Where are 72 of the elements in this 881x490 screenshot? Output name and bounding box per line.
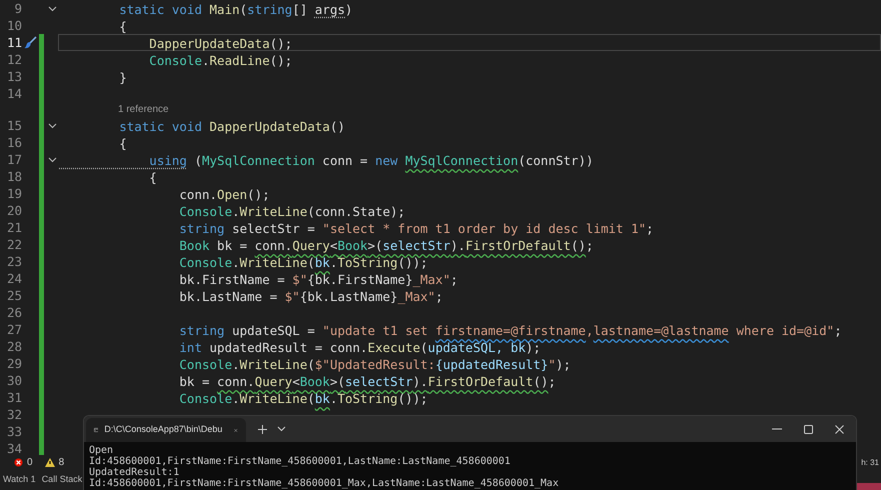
line-number: 12 — [6, 51, 22, 68]
line-number: 33 — [6, 423, 22, 440]
cursor-position: h: 31 — [861, 456, 880, 468]
line-number: 16 — [6, 134, 22, 151]
warning-icon — [44, 458, 55, 467]
terminal-tab[interactable]: D:\C\ConsoleApp87\bin\Debu — [86, 418, 246, 442]
code-line: Console.WriteLine(conn.State); — [178, 204, 406, 219]
line-number: 19 — [6, 185, 22, 202]
code-line: Console.ReadLine(); — [148, 53, 292, 68]
code-line: int updatedResult = conn.Execute(updateSQL, bk); — [178, 340, 541, 355]
line-number: 14 — [6, 85, 22, 102]
line-number: 10 — [6, 17, 22, 34]
code-line: bk.LastName = $"{bk.LastName}_Max"; — [178, 289, 443, 304]
tab-title: D:\C\ConsoleApp87\bin\Debu — [104, 423, 222, 436]
line-number: 24 — [6, 270, 22, 287]
code-line: string updateSQL = "update t1 set firstname=@firstname,lastname=@lastname where id=@id"; — [178, 323, 842, 338]
code-line: { — [118, 136, 127, 151]
code-line: conn.Open(); — [178, 187, 270, 202]
code-line: { — [148, 170, 157, 185]
line-number: 34 — [6, 440, 22, 455]
code-line: { — [118, 19, 127, 34]
minimize-icon[interactable] — [772, 428, 782, 430]
terminal-output-line: UpdatedResult:1 — [89, 467, 180, 478]
line-number: 11 — [6, 34, 22, 51]
code-line: string selectStr = "select * from t1 order by id desc limit 1"; — [178, 221, 654, 236]
code-line: bk = conn.Query<Book>(selectStr).FirstOrDefault(); — [178, 374, 556, 389]
line-number: 27 — [6, 321, 22, 338]
code-line: static void DapperUpdateData() — [118, 119, 345, 134]
code-line: Book bk = conn.Query<Book>(selectStr).FirstOrDefault(); — [178, 238, 594, 253]
line-number: 28 — [6, 338, 22, 355]
line-number: 9 — [13, 0, 22, 17]
maximize-icon[interactable] — [804, 424, 813, 434]
chevron-down-icon[interactable] — [48, 122, 56, 128]
error-count[interactable]: 0 — [27, 455, 33, 470]
panel-tab[interactable]: Watch 1 — [0, 470, 39, 488]
line-number: 20 — [6, 202, 22, 219]
line-number: 31 — [6, 389, 22, 406]
line-number: 22 — [6, 236, 22, 253]
terminal-output-line: Id:458600001,FirstName:FirstName_458600001_Max,LastName:LastName_458600001_Max — [89, 478, 560, 489]
line-number: 13 — [6, 68, 22, 85]
panel-tab[interactable]: Call Stack — [38, 470, 86, 488]
line-number: 32 — [6, 406, 22, 423]
line-number: 21 — [6, 219, 22, 236]
line-number: 25 — [6, 287, 22, 304]
chevron-down-icon[interactable] — [48, 6, 56, 12]
chevron-down-icon[interactable] — [48, 156, 56, 162]
code-line: } — [118, 70, 127, 85]
close-icon[interactable] — [835, 424, 844, 434]
code-line: using (MySqlConnection conn = new MySqlConnection(connStr)) — [148, 153, 594, 168]
plus-icon[interactable] — [258, 424, 267, 434]
line-number: 30 — [6, 372, 22, 389]
code-line: bk.FirstName = $"{bk.FirstName}_Max"; — [178, 272, 458, 287]
terminal-icon — [94, 425, 98, 435]
code-line: DapperUpdateData(); — [148, 36, 292, 51]
line-number: 15 — [6, 117, 22, 134]
line-number: 17 — [6, 151, 22, 168]
code-line: Console.WriteLine(bk.ToString()); — [178, 391, 428, 406]
chevron-down-icon[interactable] — [277, 426, 286, 432]
line-number: 26 — [6, 304, 22, 321]
codelens-reference-count[interactable]: 1 reference — [118, 102, 169, 117]
code-line: static void Main(string[] args) — [118, 2, 353, 17]
line-number: 18 — [6, 168, 22, 185]
code-line: Console.WriteLine(bk.ToString()); — [178, 255, 428, 270]
code-line: Console.WriteLine($"UpdatedResult:{updatedResult}"); — [178, 357, 571, 372]
terminal-output-line: Id:458600001,FirstName:FirstName_458600001,LastName:LastName_458600001 — [89, 456, 512, 467]
brush-icon[interactable] — [24, 36, 36, 49]
line-number: 29 — [6, 355, 22, 372]
line-number: 23 — [6, 253, 22, 270]
error-icon — [14, 458, 23, 467]
warning-count[interactable]: 8 — [58, 455, 64, 470]
status-strip — [857, 483, 881, 490]
terminal-output-line: Open — [89, 445, 114, 456]
